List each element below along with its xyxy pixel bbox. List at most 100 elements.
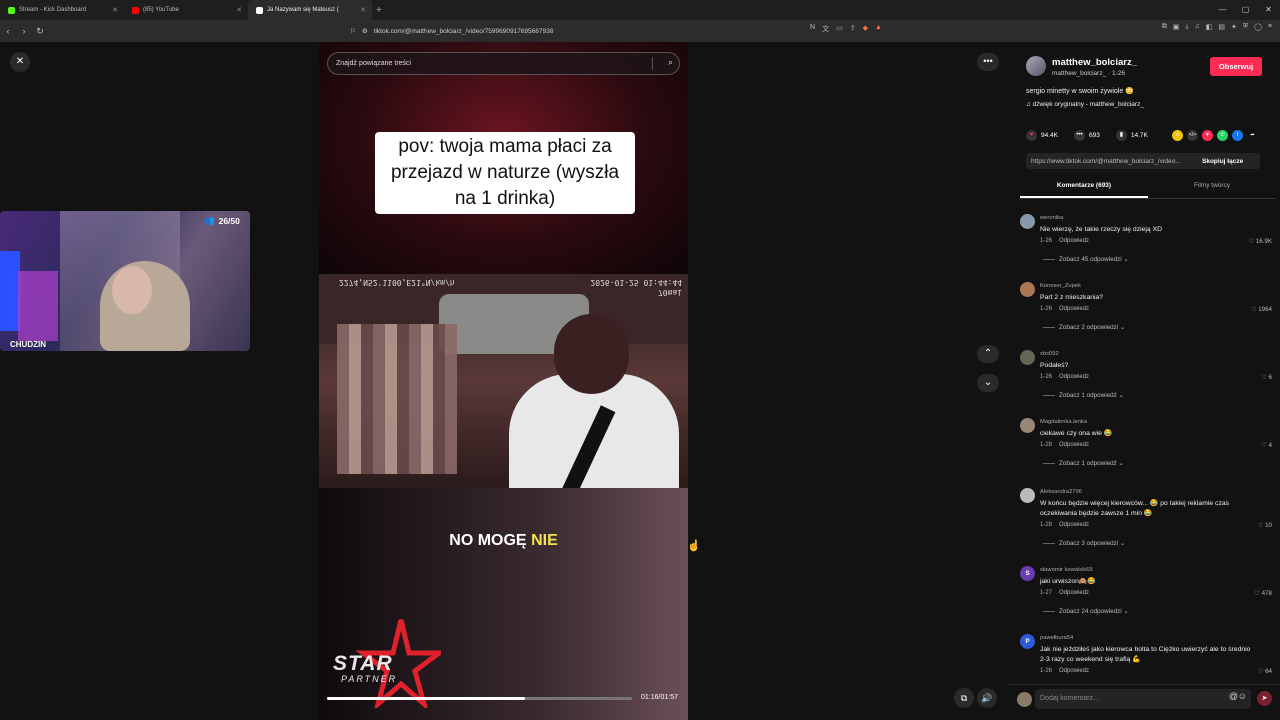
site-info-icon[interactable]: ⚙ <box>362 27 368 35</box>
tab-creator-videos[interactable]: Filmy twórcy <box>1148 179 1276 198</box>
video-player[interactable]: Znajdź powiązane treści ⌕ pov: twoja mam… <box>319 42 688 720</box>
comment-likes[interactable]: ♡ 64 <box>1258 668 1272 675</box>
back-icon[interactable]: ‹ <box>0 26 16 36</box>
view-replies-button[interactable]: Zobacz 3 odpowiedzi ⌄ <box>1043 540 1125 547</box>
comment-date: 1-26 <box>1040 238 1053 244</box>
reply-button[interactable]: Odpowiedz <box>1059 306 1089 312</box>
comment-input[interactable]: Dodaj komentarz... <box>1035 689 1251 709</box>
leo-icon[interactable]: ✦ <box>1231 23 1237 31</box>
repost-icon[interactable]: ⟲ <box>1172 130 1183 141</box>
comment-username[interactable]: xbx092 <box>1040 351 1059 357</box>
my-avatar <box>1017 692 1032 707</box>
share-arrow-icon[interactable]: ➦ <box>1247 130 1258 141</box>
view-replies-button[interactable]: Zobacz 2 odpowiedzi ⌄ <box>1043 324 1125 331</box>
close-tab-icon[interactable]: ✕ <box>360 6 366 14</box>
maximize-icon[interactable]: ▢ <box>1234 0 1257 20</box>
comment-username[interactable]: weronika <box>1040 215 1063 221</box>
comment-likes[interactable]: ♡ 16.9K <box>1249 238 1272 245</box>
vpn-icon[interactable]: ⛨ <box>1243 23 1248 31</box>
minimize-icon[interactable]: — <box>1211 0 1234 20</box>
comment-avatar[interactable]: P <box>1020 634 1035 649</box>
reply-button[interactable]: Odpowiedz <box>1059 374 1089 380</box>
sound-link[interactable]: ♫ dźwięk oryginalny - matthew_bolciarz_ <box>1026 101 1144 108</box>
video-link[interactable]: https://www.tiktok.com/@matthew_bolciarz… <box>1026 158 1202 165</box>
comment-avatar[interactable] <box>1020 418 1035 433</box>
facebook-icon[interactable]: f <box>1232 130 1243 141</box>
share-icon[interactable]: ⇪ <box>850 24 856 34</box>
follow-button[interactable]: Obserwuj <box>1210 57 1262 76</box>
comment-username[interactable]: sławomir kowalski65 <box>1040 567 1093 573</box>
emoji-icon[interactable]: ☺ <box>1238 691 1247 701</box>
forward-icon[interactable]: › <box>16 26 32 36</box>
tab-label: (85) YouTube <box>143 7 179 13</box>
comment-likes[interactable]: ♡ 478 <box>1254 590 1272 597</box>
media-icon[interactable]: ♫ <box>1194 23 1199 31</box>
comment-username[interactable]: Magdalenka.lenka <box>1040 419 1087 425</box>
mention-icon[interactable]: @ <box>1229 691 1238 701</box>
send-comment-icon[interactable]: ➤ <box>1257 691 1272 706</box>
tab-tiktok[interactable]: Ja Nazywam się Mateusz ( ✕ <box>248 0 372 20</box>
picture-in-picture-button[interactable]: ⧉ <box>954 688 974 708</box>
profile-icon[interactable]: ◯ <box>1254 23 1262 31</box>
whatsapp-icon[interactable]: ✆ <box>1217 130 1228 141</box>
url-text[interactable]: tiktok.com/@matthew_bolciarz_/video/7599… <box>374 28 554 35</box>
tab-youtube[interactable]: (85) YouTube ✕ <box>124 0 248 20</box>
close-tab-icon[interactable]: ✕ <box>236 6 242 14</box>
reply-button[interactable]: Odpowiedz <box>1059 590 1089 596</box>
comment-likes[interactable]: ♡ 10 <box>1258 522 1272 529</box>
copy-link-button[interactable]: Skopiuj łącze <box>1202 158 1243 165</box>
embed-icon[interactable]: </> <box>1187 130 1198 141</box>
previous-video-button[interactable]: ⌃ <box>977 345 999 363</box>
more-options-button[interactable]: ••• <box>977 53 999 71</box>
reply-button[interactable]: Odpowiedz <box>1059 238 1089 244</box>
related-search-input[interactable]: Znajdź powiązane treści ⌕ <box>327 52 680 75</box>
video-progress-bar[interactable] <box>327 697 632 700</box>
send-icon[interactable]: ▼ <box>1202 130 1213 141</box>
comment-likes[interactable]: ♡ 1964 <box>1251 306 1272 313</box>
cast-icon[interactable]: ▭ <box>836 24 843 34</box>
tab-comments[interactable]: Komentarze (693) <box>1020 179 1148 198</box>
bookmark-icon[interactable]: ▮ <box>1115 130 1127 141</box>
comment-likes[interactable]: ♡ 4 <box>1261 442 1272 449</box>
next-video-button[interactable]: ⌄ <box>977 374 999 392</box>
reply-button[interactable]: Odpowiedz <box>1059 442 1089 448</box>
wallet-icon[interactable]: ▤ <box>1218 23 1225 31</box>
reader-icon[interactable]: N <box>810 24 815 34</box>
sidebar-icon[interactable]: ◧ <box>1206 23 1213 31</box>
close-tab-icon[interactable]: ✕ <box>112 6 118 14</box>
search-icon[interactable]: ⌕ <box>668 57 673 68</box>
comment-username[interactable]: Koneser_Zupek <box>1040 283 1081 289</box>
brave-shield-icon[interactable]: ◆ <box>863 24 868 34</box>
view-replies-button[interactable]: Zobacz 24 odpowiedzi ⌄ <box>1043 608 1129 615</box>
download-icon[interactable]: ⤓ <box>1185 23 1188 31</box>
comment-username[interactable]: pawełbura54 <box>1040 635 1073 641</box>
reply-button[interactable]: Odpowiedz <box>1059 668 1089 674</box>
bookmark-icon[interactable]: ⚐ <box>350 27 356 35</box>
view-replies-button[interactable]: Zobacz 1 odpowiedź ⌄ <box>1043 392 1124 399</box>
volume-button[interactable]: 🔊 <box>977 688 997 708</box>
comment-icon[interactable]: ••• <box>1074 130 1085 141</box>
brave-rewards-icon[interactable]: ▲ <box>875 24 882 34</box>
close-window-icon[interactable]: ✕ <box>1257 0 1280 20</box>
comment-avatar[interactable] <box>1020 488 1035 503</box>
view-replies-button[interactable]: Zobacz 45 odpowiedzi ⌄ <box>1043 256 1129 263</box>
comment-likes[interactable]: ♡ 6 <box>1261 374 1272 381</box>
reply-button[interactable]: Odpowiedz <box>1059 522 1089 528</box>
comment-avatar[interactable]: S <box>1020 566 1035 581</box>
author-avatar[interactable] <box>1026 56 1046 76</box>
comment-avatar[interactable] <box>1020 214 1035 229</box>
tab-kick-dashboard[interactable]: Stream - Kick Dashboard ✕ <box>0 0 124 20</box>
translate-icon[interactable]: 文 <box>822 24 829 34</box>
close-video-button[interactable]: ✕ <box>10 52 30 72</box>
new-tab-button[interactable]: + <box>376 5 382 16</box>
comment-username[interactable]: Aleksandra2796 <box>1040 489 1082 495</box>
reload-icon[interactable]: ↻ <box>32 26 48 37</box>
view-replies-button[interactable]: Zobacz 1 odpowiedź ⌄ <box>1043 460 1124 467</box>
author-name[interactable]: matthew_bolciarz_ <box>1052 57 1137 68</box>
extensions-icon[interactable]: ⧉ <box>1162 23 1167 31</box>
comment-avatar[interactable] <box>1020 282 1035 297</box>
screenshot-icon[interactable]: ▣ <box>1173 23 1180 31</box>
heart-icon[interactable]: ♥ <box>1026 130 1037 141</box>
menu-icon[interactable]: ≡ <box>1268 23 1272 31</box>
comment-avatar[interactable] <box>1020 350 1035 365</box>
